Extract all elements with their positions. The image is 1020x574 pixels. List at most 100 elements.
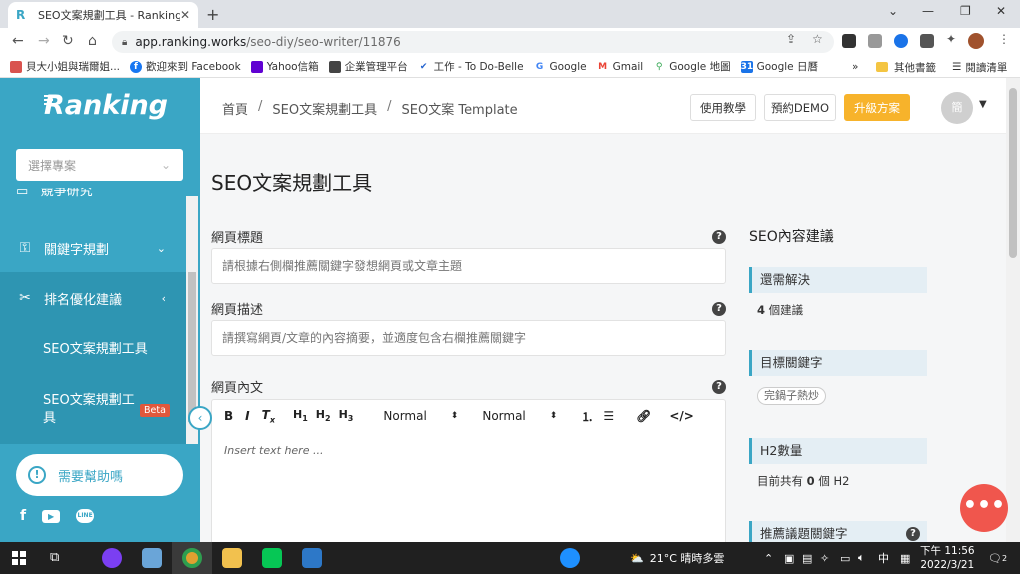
sidebar-subitem-seo-writer[interactable]: SEO文案規劃工具	[0, 324, 186, 376]
font-size-select[interactable]: Normal ⬍	[383, 409, 458, 423]
updown-icon: ⬍	[549, 411, 558, 421]
h1-button[interactable]: H1	[293, 408, 308, 423]
tutorial-button[interactable]: 使用教學	[690, 94, 756, 121]
page-scrollbar[interactable]	[1006, 78, 1020, 542]
ordered-list-icon[interactable]: ⒈	[581, 408, 593, 425]
help-button[interactable]: ! 需要幫助嗎	[16, 454, 183, 496]
network-icon[interactable]: ▭	[840, 542, 850, 574]
reload-icon[interactable]: ↻	[62, 33, 74, 49]
bookmark-item[interactable]: ✔ 工作 - To Do-Belle	[417, 59, 524, 74]
question-icon[interactable]: ?	[712, 302, 726, 316]
forward-icon[interactable]: →	[38, 33, 50, 49]
content-editor[interactable]: Insert text here ...	[211, 432, 726, 542]
extension-3-icon[interactable]	[894, 34, 908, 48]
tab-search-icon[interactable]: ⌄	[888, 4, 898, 18]
tray-icon-1[interactable]: ▣	[784, 542, 794, 574]
bookmark-item[interactable]: f 歡迎來到 Facebook	[130, 59, 241, 74]
paragraph-select[interactable]: Normal ⬍	[482, 409, 557, 423]
sidebar-scroll-thumb[interactable]	[188, 272, 196, 422]
breadcrumb-home[interactable]: 首頁	[222, 99, 248, 118]
photos-icon[interactable]	[302, 548, 322, 568]
link-icon[interactable]: 🔗︎	[636, 409, 651, 423]
question-icon[interactable]: ?	[712, 230, 726, 244]
bookmark-item[interactable]: ⚲ Google 地圖	[653, 59, 731, 74]
book-demo-button[interactable]: 預約DEMO	[764, 94, 836, 121]
facebook-icon[interactable]: f	[20, 508, 26, 524]
project-select[interactable]: 選擇專案 ⌄	[16, 149, 183, 181]
new-tab-button[interactable]: +	[206, 5, 219, 24]
back-icon[interactable]: ←	[12, 33, 24, 49]
tray-icon-2[interactable]: ▤	[802, 542, 812, 574]
sidebar-item-ranking-optimization[interactable]: ✂ 排名優化建議 ‹	[0, 272, 186, 324]
ranking-logo[interactable]: Ranking	[44, 90, 168, 121]
bookmark-item[interactable]: 企業管理平台	[328, 59, 408, 74]
extension-2-icon[interactable]	[868, 34, 882, 48]
code-view-icon[interactable]: </>	[669, 409, 694, 423]
user-avatar[interactable]: 簡	[941, 92, 973, 124]
bullet-list-icon[interactable]: ☰	[603, 409, 614, 423]
bookmark-star-icon[interactable]: ☆	[812, 32, 823, 46]
maximize-button[interactable]: ❐	[960, 4, 971, 18]
file-explorer-icon[interactable]	[222, 548, 242, 568]
chrome-icon[interactable]	[182, 548, 202, 568]
help-tray-icon[interactable]	[560, 548, 580, 568]
url-path: /seo-diy/seo-writer/11876	[246, 35, 401, 49]
page-scroll-thumb[interactable]	[1009, 88, 1017, 258]
upgrade-plan-button[interactable]: 升級方案	[844, 94, 910, 121]
bookmark-item[interactable]: 貝大小姐與瑞爾姐...	[10, 59, 120, 74]
address-bar[interactable]: 🔒︎ app.ranking.works/seo-diy/seo-writer/…	[112, 31, 834, 53]
tab-close-icon[interactable]: ✕	[180, 8, 190, 22]
italic-button[interactable]: I	[245, 409, 249, 423]
page-description-input[interactable]	[211, 320, 726, 356]
bookmark-item[interactable]: 31 Google 日曆	[740, 59, 818, 74]
ime-indicator[interactable]: 中	[878, 542, 889, 574]
close-window-button[interactable]: ✕	[996, 4, 1006, 18]
sidebar-item-keyword-planning[interactable]: ⚿ 關鍵字規劃 ⌄	[0, 230, 186, 266]
chat-fab-button[interactable]: •••	[960, 484, 1008, 532]
extension-1-icon[interactable]	[842, 34, 856, 48]
clear-format-button[interactable]: Tx	[262, 408, 275, 424]
notification-center-icon[interactable]: 🗨︎ 2	[988, 542, 1007, 574]
line-app-icon[interactable]	[262, 548, 282, 568]
reading-list[interactable]: ☰ 閱讀清單	[952, 56, 1007, 78]
show-hidden-icons[interactable]: ⌃	[764, 542, 773, 574]
dropbox-icon[interactable]: ✧	[820, 542, 829, 574]
tab-ranking[interactable]: R SEO文案規劃工具 - Ranking ✕	[8, 2, 198, 28]
line-icon[interactable]: LINE	[76, 509, 95, 523]
chevron-down-icon: ⌄	[160, 158, 171, 172]
input-mode-icon[interactable]: ▦	[900, 542, 910, 574]
qr-extension-icon[interactable]	[920, 34, 934, 48]
volume-icon[interactable]: 🔈︎	[858, 542, 865, 574]
windows-start-icon[interactable]	[12, 551, 26, 565]
weather-widget[interactable]: ⛅ 21°C 晴時多雲	[630, 542, 724, 574]
task-view-icon[interactable]: ⧉	[50, 550, 59, 565]
youtube-icon[interactable]: ▶	[42, 509, 61, 523]
extensions-puzzle-icon[interactable]: ✦	[946, 32, 956, 46]
minimize-button[interactable]: —	[922, 4, 934, 18]
h2-button[interactable]: H2	[316, 408, 331, 423]
page-title-input[interactable]	[211, 248, 726, 284]
chrome-menu-icon[interactable]: ⋮	[998, 32, 1010, 46]
system-clock[interactable]: 下午 11:56 2022/3/21	[920, 544, 975, 572]
target-keyword-tag[interactable]: 完鍋子熱炒	[757, 387, 826, 405]
social-links: f ▶ LINE	[20, 508, 95, 524]
other-bookmarks[interactable]: 其他書籤	[876, 56, 936, 78]
bold-button[interactable]: B	[224, 409, 233, 423]
question-icon[interactable]: ?	[906, 527, 920, 541]
sidebar-subitem-seo-writer-beta[interactable]: SEO文案規劃工具 Beta	[0, 376, 186, 444]
breadcrumb-seo-writer[interactable]: SEO文案規劃工具	[272, 99, 377, 118]
caret-down-icon[interactable]: ▼	[979, 99, 987, 110]
bookmarks-more-button[interactable]: »	[852, 56, 858, 78]
question-icon[interactable]: ?	[712, 380, 726, 394]
google-icon: G	[533, 60, 546, 73]
profile-avatar[interactable]	[968, 33, 984, 49]
home-icon[interactable]: ⌂	[88, 33, 97, 49]
sidebar-collapse-button[interactable]: ‹	[188, 406, 212, 430]
bookmark-item[interactable]: Yahoo信箱	[250, 59, 319, 74]
share-icon[interactable]: ⇪	[786, 32, 796, 46]
messenger-icon[interactable]	[102, 548, 122, 568]
bookmark-item[interactable]: G Google	[533, 60, 587, 73]
bookmark-item[interactable]: M Gmail	[596, 60, 643, 73]
h3-button[interactable]: H3	[339, 408, 354, 423]
app-icon[interactable]	[142, 548, 162, 568]
